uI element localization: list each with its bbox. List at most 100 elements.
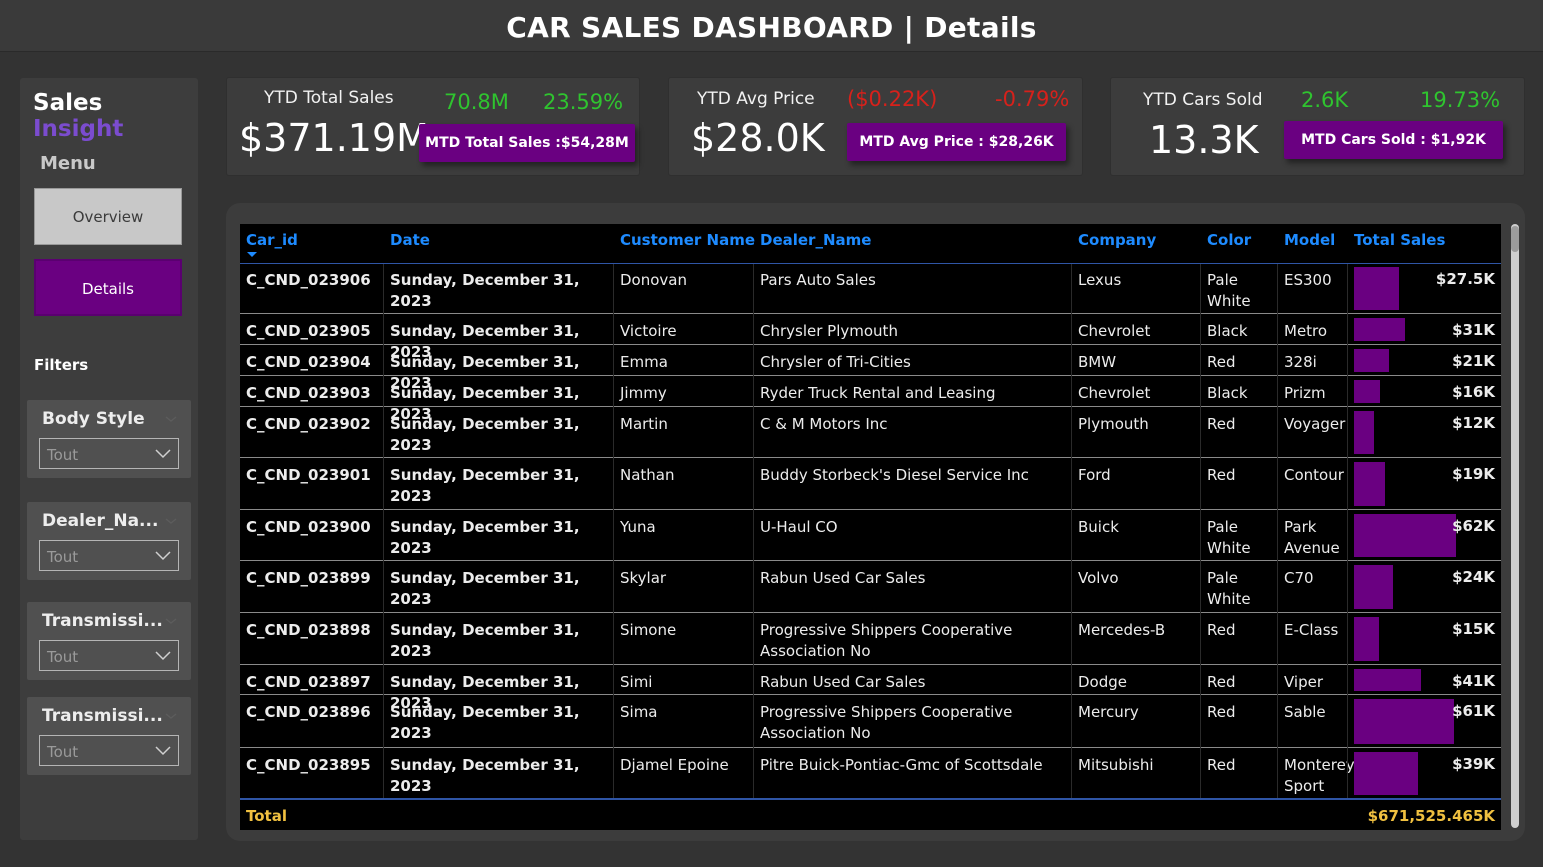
cell-model: Monterey Sport (1284, 756, 1355, 795)
slicer-value: Tout (47, 648, 79, 666)
cell-date: Sunday, December 31, 2023 (390, 415, 580, 454)
col-header-car-id[interactable]: Car_id (246, 231, 298, 249)
cell-color: Black (1207, 384, 1248, 402)
kpi-label: YTD Cars Sold (1143, 90, 1263, 110)
sales-data-bar (1354, 349, 1389, 372)
cell-model: Sable (1284, 703, 1326, 721)
title-bar: CAR SALES DASHBOARD | Details (0, 0, 1543, 52)
kpi-mtd-pill: MTD Avg Price : $28,26K (847, 123, 1066, 161)
table-row[interactable]: C_CND_023905 Sunday, December 31, 2023 Vic… (240, 315, 1501, 361)
col-header-total-sales[interactable]: Total Sales (1354, 231, 1445, 249)
kpi-mtd-pill: MTD Total Sales :$54,28M (419, 124, 635, 162)
cell-customer-name: Emma (620, 353, 668, 371)
kpi-delta-value: 70.8M (444, 90, 509, 114)
table-row[interactable]: C_CND_023895 Sunday, December 31, 2023 Dja… (240, 749, 1501, 799)
nav-details-button[interactable]: Details (34, 259, 182, 316)
sales-data-bar (1354, 565, 1393, 609)
slicer-dropdown[interactable]: Tout (39, 735, 179, 766)
cell-model: Viper (1284, 673, 1324, 691)
col-header-company[interactable]: Company (1078, 231, 1156, 249)
slicer-value: Tout (47, 548, 79, 566)
cell-car-id: C_CND_023897 (246, 673, 371, 691)
cell-date: Sunday, December 31, 2023 (390, 518, 580, 557)
slicer-value: Tout (47, 743, 79, 761)
cell-customer-name: Djamel Epoine (620, 756, 729, 774)
table-row[interactable]: C_CND_023897 Sunday, December 31, 2023 Sim… (240, 666, 1501, 712)
table-row[interactable]: C_CND_023898 Sunday, December 31, 2023 Sim… (240, 614, 1501, 665)
cell-company: Chevrolet (1078, 384, 1151, 402)
cell-car-id: C_CND_023899 (246, 569, 371, 587)
col-header-color[interactable]: Color (1207, 231, 1251, 249)
cell-date: Sunday, December 31, 2023 (390, 569, 580, 608)
details-table: Car_id Date Customer Name Dealer_Name Co… (240, 224, 1501, 830)
table-row[interactable]: C_CND_023906 Sunday, December 31, 2023 Don… (240, 264, 1501, 314)
kpi-delta-value: 2.6K (1301, 88, 1349, 112)
table-row[interactable]: C_CND_023902 Sunday, December 31, 2023 Mar… (240, 408, 1501, 458)
cell-total-sales: $24K (1452, 568, 1495, 586)
col-header-date[interactable]: Date (390, 231, 430, 249)
cell-model: Contour (1284, 466, 1344, 484)
cell-dealer-name: Ryder Truck Rental and Leasing (760, 384, 996, 402)
cell-customer-name: Jimmy (620, 384, 667, 402)
col-header-model[interactable]: Model (1284, 231, 1335, 249)
cell-company: BMW (1078, 353, 1117, 371)
cell-model: Voyager (1284, 415, 1346, 433)
cell-total-sales: $21K (1452, 352, 1495, 370)
cell-model: Metro (1284, 322, 1328, 340)
cell-company: Plymouth (1078, 415, 1149, 433)
column-divider (1200, 264, 1201, 830)
sidebar: Sales Insight Menu Overview Details Filt… (20, 78, 198, 840)
slicer-title: Transmissi... (42, 706, 163, 726)
cell-color: Red (1207, 353, 1236, 371)
cell-dealer-name: Progressive Shippers Cooperative Associa… (760, 621, 1013, 660)
table-row[interactable]: C_CND_023904 Sunday, December 31, 2023 Emm… (240, 346, 1501, 392)
sales-data-bar (1354, 669, 1421, 691)
col-header-customer-name[interactable]: Customer Name (620, 231, 755, 249)
details-table-card: Car_id Date Customer Name Dealer_Name Co… (226, 203, 1525, 841)
cell-company: Mitsubishi (1078, 756, 1154, 774)
kpi-mtd-pill: MTD Cars Sold : $1,92K (1284, 121, 1503, 159)
page-title: CAR SALES DASHBOARD | Details (506, 11, 1037, 44)
table-row[interactable]: C_CND_023900 Sunday, December 31, 2023 Yun… (240, 511, 1501, 561)
scrollbar-track[interactable] (1511, 224, 1519, 828)
brand-part2: Insight (33, 116, 124, 142)
cell-color: Red (1207, 673, 1236, 691)
slicer-title: Body Style (42, 409, 145, 429)
sales-data-bar (1354, 617, 1379, 661)
cell-dealer-name: Buddy Storbeck's Diesel Service Inc (760, 466, 1029, 484)
cell-customer-name: Skylar (620, 569, 667, 587)
filters-label: Filters (34, 356, 89, 374)
slicer-dropdown[interactable]: Tout (39, 640, 179, 671)
table-row[interactable]: C_CND_023899 Sunday, December 31, 2023 Sky… (240, 562, 1501, 613)
cell-total-sales: $15K (1452, 620, 1495, 638)
slicer-dropdown[interactable]: Tout (39, 540, 179, 571)
cell-company: Dodge (1078, 673, 1127, 691)
cell-dealer-name: Rabun Used Car Sales (760, 673, 926, 691)
table-scrollbar[interactable] (1511, 224, 1519, 830)
cell-total-sales: $31K (1452, 321, 1495, 339)
cell-dealer-name: Rabun Used Car Sales (760, 569, 926, 587)
scrollbar-thumb[interactable] (1511, 226, 1519, 252)
cell-customer-name: Yuna (620, 518, 656, 536)
kpi-delta-percent: 19.73% (1420, 88, 1501, 112)
cell-model: Prizm (1284, 384, 1326, 402)
table-header-row: Car_id Date Customer Name Dealer_Name Co… (240, 224, 1501, 264)
cell-color: Red (1207, 621, 1236, 639)
table-row[interactable]: C_CND_023901 Sunday, December 31, 2023 Nat… (240, 459, 1501, 510)
cell-dealer-name: Pars Auto Sales (760, 271, 876, 289)
brand-part1: Sales (33, 90, 103, 116)
slicer-dropdown[interactable]: Tout (39, 438, 179, 469)
table-row[interactable]: C_CND_023903 Sunday, December 31, 2023 Jim… (240, 377, 1501, 423)
sales-data-bar (1354, 318, 1405, 341)
cell-company: Buick (1078, 518, 1119, 536)
nav-overview-button[interactable]: Overview (34, 188, 182, 245)
table-row[interactable]: C_CND_023896 Sunday, December 31, 2023 Sim… (240, 696, 1501, 748)
cell-car-id: C_CND_023903 (246, 384, 371, 402)
cell-color: Pale White (1207, 569, 1251, 608)
sales-data-bar (1354, 267, 1399, 310)
column-divider (753, 264, 754, 830)
cell-dealer-name: C & M Motors Inc (760, 415, 888, 433)
col-header-dealer-name[interactable]: Dealer_Name (760, 231, 871, 249)
sort-descending-icon (247, 252, 257, 257)
sales-data-bar (1354, 514, 1456, 557)
